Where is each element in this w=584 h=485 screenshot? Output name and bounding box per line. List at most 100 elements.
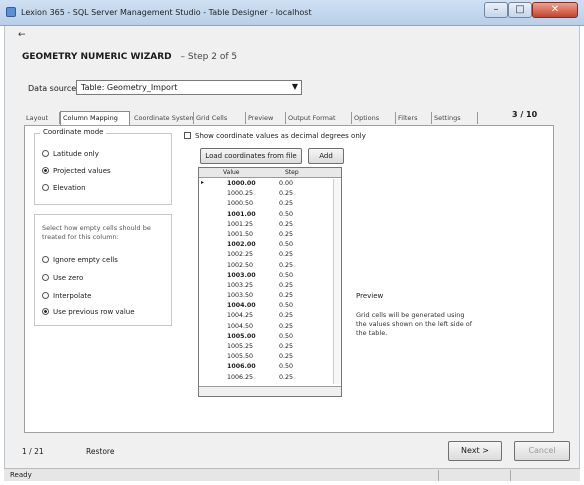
option-previous-value[interactable]: Use previous row value [42, 308, 135, 316]
table-row[interactable]: 1003.00 0.50 [199, 271, 341, 281]
minimize-icon: – [493, 4, 499, 15]
table-row[interactable]: 1002.25 0.25 [199, 250, 341, 260]
cell-value: 1000.25 [227, 190, 254, 198]
cell-value: 1004.50 [227, 322, 254, 330]
table-row[interactable]: 1004.25 0.25 [199, 311, 341, 321]
table-row[interactable]: 1001.50 0.25 [199, 230, 341, 240]
table-row[interactable]: 1003.25 0.25 [199, 281, 341, 291]
cell-value: 1005.25 [227, 343, 254, 350]
tab-coordinate-system[interactable]: Coordinate System [132, 112, 194, 124]
data-source-value: Table: Geometry_Import [81, 83, 178, 92]
data-source-select[interactable]: Table: Geometry_Import ▼ [76, 80, 302, 95]
preview-text: Grid cells will be generated using the v… [356, 311, 473, 337]
table-row[interactable]: 1005.50 0.25 [199, 352, 341, 362]
cell-value: 1003.00 [227, 271, 256, 279]
tab-filters[interactable]: Filters [396, 112, 432, 124]
add-button[interactable]: Add [308, 148, 344, 164]
cell-step: 0.25 [279, 261, 294, 269]
radio-icon [42, 256, 49, 263]
checkbox-icon [184, 132, 191, 139]
minimize-button[interactable]: – [484, 2, 508, 18]
tab-layout[interactable]: Layout [24, 112, 60, 124]
close-button[interactable]: ✕ [532, 2, 578, 18]
option-ignore-empty[interactable]: Ignore empty cells [42, 256, 118, 264]
tab-grid-cells[interactable]: Grid Cells [194, 112, 246, 124]
cell-value: 1005.50 [227, 353, 254, 361]
table-row[interactable]: 1005.00 0.50 [199, 332, 341, 342]
status-separator [510, 470, 511, 481]
table-row[interactable]: 1002.50 0.25 [199, 261, 341, 271]
cell-step: 0.25 [279, 353, 294, 361]
cell-value: 1002.00 [227, 241, 256, 249]
table-row[interactable]: 1004.00 0.50 [199, 301, 341, 311]
cell-step: 0.50 [279, 363, 294, 371]
back-arrow-icon[interactable]: ← [18, 30, 26, 40]
cell-value: 1004.25 [227, 312, 254, 320]
table-row[interactable]: ▸ 1000.00 0.00 [199, 179, 341, 189]
tab-preview[interactable]: Preview [246, 112, 286, 124]
table-row[interactable]: 1001.00 0.50 [199, 210, 341, 220]
option-latitude-only[interactable]: Latitude only [42, 150, 99, 158]
option-projected-values[interactable]: Projected values [42, 167, 111, 175]
option-elevation[interactable]: Elevation [42, 184, 86, 192]
window-title: Lexion 365 - SQL Server Management Studi… [21, 8, 312, 17]
status-text: Ready [10, 471, 32, 479]
cell-step: 0.25 [279, 220, 294, 228]
title-bar: Lexion 365 - SQL Server Management Studi… [0, 0, 584, 26]
option-use-zero[interactable]: Use zero [42, 274, 83, 282]
cell-step: 0.25 [279, 190, 294, 198]
radio-icon [42, 274, 49, 281]
tab-options[interactable]: Options [352, 112, 396, 124]
tab-column-mapping[interactable]: Column Mapping [60, 111, 130, 125]
cell-step: 0.25 [279, 251, 294, 259]
cell-step: 0.50 [279, 271, 294, 279]
cell-step: 0.50 [279, 210, 294, 218]
option-interpolate[interactable]: Interpolate [42, 292, 91, 300]
table-row[interactable]: 1006.00 0.50 [199, 362, 341, 372]
cell-step: 0.25 [279, 322, 294, 330]
table-row[interactable]: 1004.50 0.25 [199, 322, 341, 332]
tabs-counter: 3 / 10 [512, 110, 538, 119]
cell-step: 0.25 [279, 200, 294, 208]
cell-step: 0.25 [279, 230, 294, 238]
radio-icon [42, 292, 49, 299]
cell-value: 1006.25 [227, 373, 254, 381]
table-row[interactable]: 1006.25 0.25 [199, 373, 341, 383]
maximize-icon: □ [515, 4, 525, 15]
table-row[interactable]: 1000.25 0.25 [199, 189, 341, 199]
header-value: Value [223, 169, 240, 176]
empty-cells-description: Select how empty cells should be treated… [42, 224, 151, 241]
cell-value: 1001.50 [227, 230, 254, 238]
cell-value: 1001.00 [227, 210, 256, 218]
page-indicator: 1 / 21 [22, 447, 44, 456]
coordinate-table: Value Step ▸ 1000.00 0.00 1000.25 0.25 1000.5… [198, 167, 342, 397]
maximize-button[interactable]: □ [508, 2, 532, 18]
cell-value: 1002.25 [227, 251, 254, 259]
tab-strip: Layout Column Mapping Coordinate System … [24, 111, 544, 125]
next-button[interactable]: Next > [448, 441, 502, 461]
table-row[interactable]: 1001.25 0.25 [199, 220, 341, 230]
cancel-button[interactable]: Cancel [514, 441, 570, 461]
load-coordinates-button[interactable]: Load coordinates from file [200, 148, 302, 164]
app-icon [6, 7, 16, 17]
table-row[interactable]: 1003.50 0.25 [199, 291, 341, 301]
cell-step: 0.25 [279, 292, 294, 300]
restore-link[interactable]: Restore [86, 447, 114, 456]
table-header: Value Step [199, 168, 341, 178]
table-row[interactable]: 1000.50 0.25 [199, 199, 341, 209]
breadcrumb: GEOMETRY NUMERIC WIZARD – Step 2 of 5 [22, 52, 237, 62]
cell-step: 0.25 [279, 312, 294, 320]
decimal-degrees-checkbox[interactable]: Show coordinate values as decimal degree… [184, 132, 366, 140]
preview-title: Preview [356, 292, 384, 300]
horizontal-scrollbar[interactable] [199, 386, 341, 396]
breadcrumb-main: GEOMETRY NUMERIC WIZARD [22, 52, 172, 62]
table-row[interactable]: 1002.00 0.50 [199, 240, 341, 250]
vertical-scrollbar[interactable] [333, 179, 341, 384]
close-icon: ✕ [550, 4, 560, 15]
cell-value: 1000.00 [227, 180, 256, 187]
cell-value: 1001.25 [227, 220, 254, 228]
tab-output-format[interactable]: Output Format [286, 112, 352, 124]
table-row[interactable]: 1005.25 0.25 [199, 342, 341, 352]
row-indicator: ▸ [201, 179, 205, 186]
tab-settings[interactable]: Settings [432, 112, 478, 124]
